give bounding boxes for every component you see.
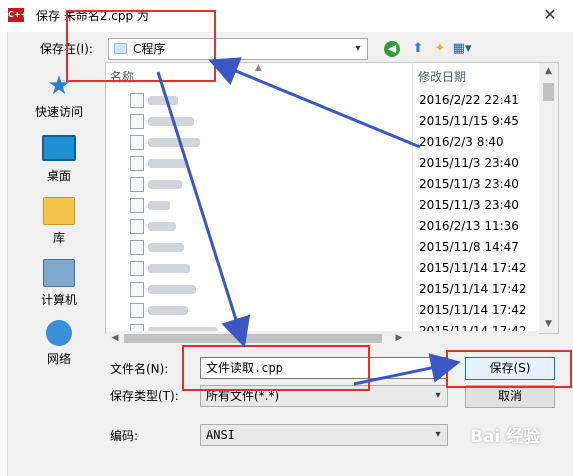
chevron-down-icon[interactable]: ▾ bbox=[430, 388, 446, 404]
place-computer[interactable]: 计算机 bbox=[27, 259, 91, 307]
blurred-filename bbox=[148, 138, 200, 147]
background-window-edge bbox=[0, 32, 8, 476]
chevron-down-icon[interactable]: ▾ bbox=[430, 360, 446, 376]
column-header-date[interactable]: 修改日期 bbox=[418, 68, 538, 86]
file-date: 2015/11/15 9:45 bbox=[419, 114, 519, 128]
blurred-filename bbox=[148, 222, 176, 231]
file-icon bbox=[130, 177, 144, 192]
file-date: 2015/11/14 17:42 bbox=[419, 282, 527, 296]
blurred-filename bbox=[148, 264, 190, 273]
up-folder-icon[interactable]: ⬆ bbox=[408, 39, 428, 59]
app-icon: C++ bbox=[8, 8, 27, 22]
library-icon bbox=[43, 197, 75, 225]
file-date: 2015/11/3 23:40 bbox=[419, 177, 519, 191]
chevron-down-icon[interactable]: ▾ bbox=[350, 41, 366, 57]
cpp-file-icon bbox=[130, 282, 144, 297]
annotation-box-location bbox=[66, 10, 216, 82]
place-label: 桌面 bbox=[46, 169, 71, 183]
place-library[interactable]: 库 bbox=[27, 197, 91, 245]
blurred-filename bbox=[148, 306, 188, 315]
cpp-file-icon bbox=[130, 324, 144, 331]
file-row[interactable]: 2015/11/14 17:42 bbox=[108, 279, 540, 300]
new-folder-icon[interactable]: ✦ bbox=[430, 39, 450, 59]
scroll-down-icon[interactable]: ▼ bbox=[539, 316, 558, 333]
desktop-icon bbox=[42, 135, 76, 161]
file-row[interactable]: 2015/11/3 23:40 bbox=[108, 195, 540, 216]
file-row[interactable]: 2016/2/22 22:41 bbox=[108, 90, 540, 111]
filename-label: 文件名(N): bbox=[110, 362, 169, 376]
blurred-filename bbox=[148, 96, 178, 105]
file-date: 2015/11/3 23:40 bbox=[419, 156, 519, 170]
file-icon bbox=[130, 219, 144, 234]
place-label: 库 bbox=[52, 231, 65, 245]
file-icon bbox=[130, 114, 144, 129]
blurred-filename bbox=[148, 243, 184, 252]
blurred-filename bbox=[148, 180, 182, 189]
file-icon bbox=[130, 93, 144, 108]
file-icon bbox=[130, 303, 144, 318]
cpp-file-icon bbox=[130, 240, 144, 255]
vertical-scrollbar[interactable] bbox=[539, 63, 558, 333]
scroll-left-icon[interactable]: ◀ bbox=[108, 331, 122, 345]
watermark: Bai 经验 bbox=[470, 427, 541, 447]
cancel-button[interactable]: 取消 bbox=[465, 385, 555, 408]
computer-icon bbox=[43, 259, 75, 287]
file-date: 2016/2/3 8:40 bbox=[419, 135, 504, 149]
blurred-filename bbox=[148, 159, 188, 168]
file-date: 2016/2/13 11:36 bbox=[419, 219, 519, 233]
scroll-right-icon[interactable]: ▶ bbox=[392, 331, 406, 345]
network-icon bbox=[46, 320, 72, 346]
vertical-scroll-thumb[interactable] bbox=[543, 83, 554, 101]
close-button[interactable]: ✕ bbox=[536, 4, 564, 26]
file-row[interactable]: 2015/11/14 17:42 bbox=[108, 258, 540, 279]
blurred-filename bbox=[148, 285, 196, 294]
filetype-label: 保存类型(T): bbox=[110, 389, 179, 403]
file-date: 2015/11/3 23:40 bbox=[419, 198, 519, 212]
place-desktop[interactable]: 桌面 bbox=[27, 135, 91, 183]
file-date: 2015/11/14 17:42 bbox=[419, 324, 527, 331]
file-date: 2015/11/8 14:47 bbox=[419, 240, 519, 254]
file-row[interactable]: 2015/11/14 17:42 bbox=[108, 300, 540, 321]
file-row[interactable]: 2015/11/14 17:42 bbox=[108, 321, 540, 331]
back-icon[interactable]: ◀ bbox=[384, 41, 400, 57]
file-date: 2016/2/22 22:41 bbox=[419, 93, 519, 107]
horizontal-scroll-thumb[interactable] bbox=[124, 334, 382, 343]
file-icon bbox=[130, 135, 144, 150]
file-row[interactable]: 2015/11/3 23:40 bbox=[108, 153, 540, 174]
cpp-file-icon bbox=[130, 156, 144, 171]
file-row[interactable]: 2016/2/3 8:40 bbox=[108, 132, 540, 153]
scroll-up-icon[interactable]: ▲ bbox=[539, 63, 558, 80]
annotation-box-save bbox=[446, 350, 572, 388]
blurred-filename bbox=[148, 117, 194, 126]
place-label: 快速访问 bbox=[34, 105, 83, 119]
file-row[interactable]: 2015/11/15 9:45 bbox=[108, 111, 540, 132]
file-row[interactable]: 2015/11/3 23:40 bbox=[108, 174, 540, 195]
file-row[interactable]: 2016/2/13 11:36 bbox=[108, 216, 540, 237]
encoding-label: 编码: bbox=[110, 429, 139, 443]
place-network[interactable]: 网络 bbox=[27, 320, 91, 366]
place-label: 计算机 bbox=[40, 293, 77, 307]
cpp-file-icon bbox=[130, 261, 144, 276]
file-row[interactable]: 2015/11/8 14:47 bbox=[108, 237, 540, 258]
encoding-select[interactable]: ANSI bbox=[200, 424, 448, 446]
file-date: 2015/11/14 17:42 bbox=[419, 261, 527, 275]
chevron-down-icon[interactable]: ▾ bbox=[430, 427, 446, 443]
blurred-filename bbox=[148, 201, 170, 210]
file-date: 2015/11/14 17:42 bbox=[419, 303, 527, 317]
place-label: 网络 bbox=[46, 352, 71, 366]
annotation-box-filename bbox=[182, 345, 370, 391]
file-icon bbox=[130, 198, 144, 213]
view-menu-icon[interactable]: ▦▾ bbox=[452, 39, 472, 59]
